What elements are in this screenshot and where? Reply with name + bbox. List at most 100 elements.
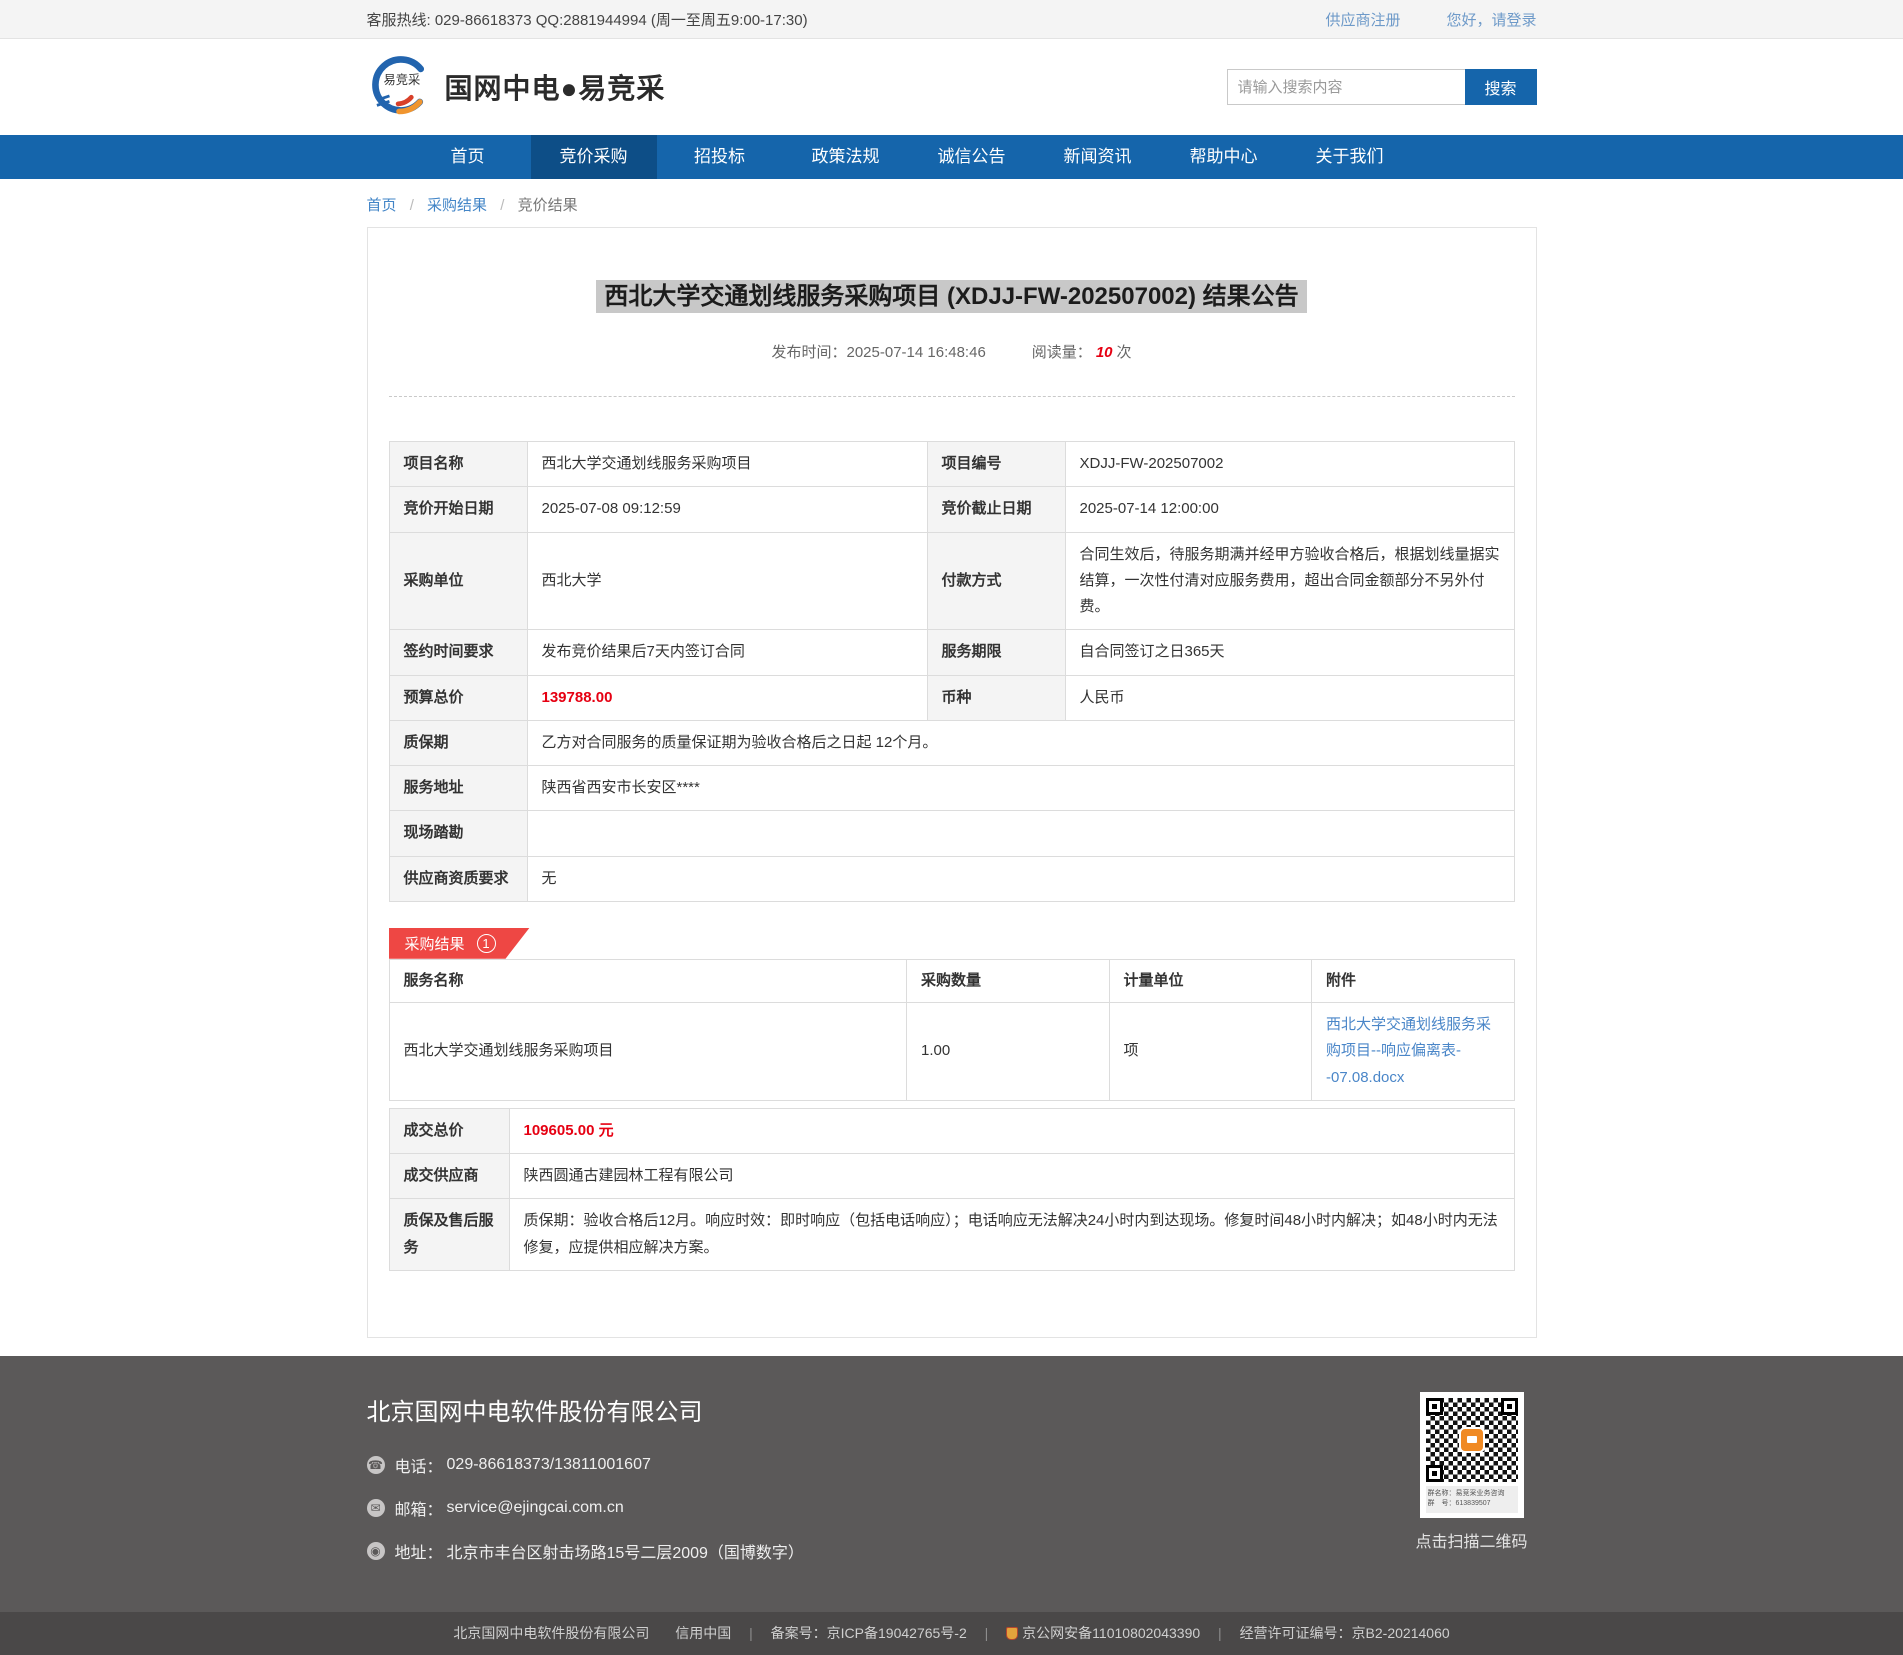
qr-group-info: 群名称：易竞采业务咨询 群 号：613839507 (1426, 1486, 1518, 1513)
nav-item-home[interactable]: 首页 (405, 135, 531, 179)
bottombar-company: 北京国网中电软件股份有限公司 (453, 1625, 649, 1641)
field-label: 服务地址 (389, 766, 527, 811)
police-badge-icon (1006, 1627, 1018, 1640)
project-info-table: 项目名称 西北大学交通划线服务采购项目 项目编号 XDJJ-FW-2025070… (389, 441, 1515, 902)
field-label: 质保期 (389, 720, 527, 765)
field-label: 现场踏勘 (389, 811, 527, 856)
result-table: 服务名称 采购数量 计量单位 附件 西北大学交通划线服务采购项目 1.00 项 … (389, 959, 1515, 1101)
field-value: 乙方对合同服务的质量保证期为验收合格后之日起 12个月。 (527, 720, 1514, 765)
svg-text:易竞采: 易竞采 (383, 73, 420, 87)
publish-time-label: 发布时间： (771, 344, 846, 361)
field-label: 成交供应商 (389, 1154, 509, 1199)
field-label: 项目编号 (927, 442, 1065, 487)
nav-item-about[interactable]: 关于我们 (1287, 135, 1413, 179)
qr-finder-icon (1426, 1398, 1443, 1415)
budget-total-value: 139788.00 (527, 675, 927, 720)
field-value: 人民币 (1065, 675, 1514, 720)
column-header-quantity: 采购数量 (907, 959, 1110, 1002)
site-logo-icon: 易竞采 (367, 52, 433, 122)
column-header-attachment: 附件 (1312, 959, 1515, 1002)
brand: 易竞采 国网中电●易竞采 (367, 52, 666, 122)
header: 易竞采 国网中电●易竞采 搜索 (0, 39, 1903, 135)
table-row: 成交供应商 陕西圆通古建园林工程有限公司 (389, 1154, 1514, 1199)
footer-info: 北京国网中电软件股份有限公司 ☎ 电话： 029-86618373/138110… (367, 1390, 804, 1582)
nav-item-help[interactable]: 帮助中心 (1161, 135, 1287, 179)
table-row: 供应商资质要求 无 (389, 856, 1514, 901)
nav-item-news[interactable]: 新闻资讯 (1035, 135, 1161, 179)
footer: 北京国网中电软件股份有限公司 ☎ 电话： 029-86618373/138110… (0, 1356, 1903, 1612)
table-header-row: 服务名称 采购数量 计量单位 附件 (389, 959, 1514, 1002)
search-button[interactable]: 搜索 (1465, 69, 1537, 105)
field-value: 陕西省西安市长安区**** (527, 766, 1514, 811)
nav-item-tender[interactable]: 招投标 (657, 135, 783, 179)
credit-china-link[interactable]: 信用中国 (675, 1625, 731, 1641)
breadcrumb-purchase-results[interactable]: 采购结果 (427, 197, 487, 214)
footer-address-row: ◉ 地址： 北京市丰台区射击场路15号二层2009（国博数字） (367, 1539, 804, 1563)
ribbon-label: 采购结果 (405, 933, 465, 954)
table-row: 现场踏勘 (389, 811, 1514, 856)
supplier-register-link[interactable]: 供应商注册 (1325, 9, 1400, 30)
field-value: 2025-07-14 12:00:00 (1065, 487, 1514, 532)
login-link[interactable]: 您好，请登录 (1446, 9, 1536, 30)
qr-logo-icon (1459, 1427, 1485, 1453)
police-registration-link[interactable]: 京公网安备11010802043390 (1022, 1625, 1200, 1641)
breadcrumb-home[interactable]: 首页 (367, 197, 397, 214)
icp-link[interactable]: 京ICP备19042765号-2 (827, 1625, 967, 1641)
search-input[interactable] (1227, 69, 1465, 105)
footer-company-name: 北京国网中电软件股份有限公司 (367, 1392, 804, 1427)
address-value: 北京市丰台区射击场路15号二层2009（国博数字） (447, 1539, 804, 1563)
views-unit: 次 (1117, 344, 1132, 361)
warranty-value: 质保期：验收合格后12月。响应时效：即时响应（包括电话响应）；电话响应无法解决2… (509, 1199, 1514, 1271)
deal-price-value: 109605.00 元 (509, 1108, 1514, 1153)
divider: | (985, 1625, 989, 1641)
field-label: 采购单位 (389, 532, 527, 630)
breadcrumb: 首页 / 采购结果 / 竞价结果 (367, 194, 1537, 215)
qr-pattern (1426, 1398, 1518, 1482)
column-header-unit: 计量单位 (1109, 959, 1312, 1002)
main-nav: 首页 竞价采购 招投标 政策法规 诚信公告 新闻资讯 帮助中心 关于我们 (0, 135, 1903, 179)
table-row: 签约时间要求 发布竞价结果后7天内签订合同 服务期限 自合同签订之日365天 (389, 630, 1514, 675)
nav-item-policy[interactable]: 政策法规 (783, 135, 909, 179)
field-value: 西北大学 (527, 532, 927, 630)
table-row: 预算总价 139788.00 币种 人民币 (389, 675, 1514, 720)
qr-group-number: 群 号：613839507 (1428, 1499, 1516, 1510)
table-row: 成交总价 109605.00 元 (389, 1108, 1514, 1153)
field-label: 质保及售后服务 (389, 1199, 509, 1271)
phone-label: 电话： (395, 1453, 443, 1477)
announcement-panel: 西北大学交通划线服务采购项目 (XDJJ-FW-202507002) 结果公告 … (367, 227, 1537, 1338)
brand-name: 国网中电●易竞采 (445, 67, 666, 107)
field-label: 付款方式 (927, 532, 1065, 630)
table-row: 项目名称 西北大学交通划线服务采购项目 项目编号 XDJJ-FW-2025070… (389, 442, 1514, 487)
divider: | (1218, 1625, 1222, 1641)
phone-value: 029-86618373/13811001607 (447, 1456, 651, 1474)
footer-email-row: ✉ 邮箱： service@ejingcai.com.cn (367, 1496, 804, 1520)
envelope-icon: ✉ (367, 1499, 385, 1517)
icp-label: 备案号： (771, 1625, 827, 1641)
attachment-link[interactable]: 西北大学交通划线服务采购项目--响应偏离表--07.08.docx (1326, 1016, 1491, 1086)
qr-code[interactable]: 群名称：易竞采业务咨询 群 号：613839507 (1420, 1392, 1524, 1518)
phone-icon: ☎ (367, 1456, 385, 1474)
bottom-bar: 北京国网中电软件股份有限公司 信用中国 | 备案号：京ICP备19042765号… (0, 1612, 1903, 1655)
qr-finder-icon (1426, 1465, 1443, 1482)
unit-cell: 项 (1109, 1003, 1312, 1101)
field-value: XDJJ-FW-202507002 (1065, 442, 1514, 487)
field-label: 预算总价 (389, 675, 527, 720)
qr-block: 群名称：易竞采业务咨询 群 号：613839507 点击扫描二维码 (1407, 1390, 1537, 1582)
announcement-meta: 发布时间：2025-07-14 16:48:46阅读量：10次 (389, 341, 1515, 362)
nav-item-integrity[interactable]: 诚信公告 (909, 135, 1035, 179)
result-section-header: 采购结果 1 (389, 928, 1515, 959)
table-row: 西北大学交通划线服务采购项目 1.00 项 西北大学交通划线服务采购项目--响应… (389, 1003, 1514, 1101)
table-row: 采购单位 西北大学 付款方式 合同生效后，待服务期满并经甲方验收合格后，根据划线… (389, 532, 1514, 630)
dashed-divider (389, 396, 1515, 397)
field-label: 签约时间要求 (389, 630, 527, 675)
nav-item-bidding-purchase[interactable]: 竞价采购 (531, 135, 657, 179)
table-row: 服务地址 陕西省西安市长安区**** (389, 766, 1514, 811)
qr-caption: 点击扫描二维码 (1407, 1528, 1537, 1552)
result-ribbon: 采购结果 1 (389, 928, 530, 959)
qr-finder-icon (1501, 1398, 1518, 1415)
location-pin-icon: ◉ (367, 1542, 385, 1560)
field-value: 合同生效后，待服务期满并经甲方验收合格后，根据划线量据实结算，一次性付清对应服务… (1065, 532, 1514, 630)
breadcrumb-separator: / (410, 197, 414, 214)
table-row: 质保及售后服务 质保期：验收合格后12月。响应时效：即时响应（包括电话响应）；电… (389, 1199, 1514, 1271)
divider: | (749, 1625, 753, 1641)
